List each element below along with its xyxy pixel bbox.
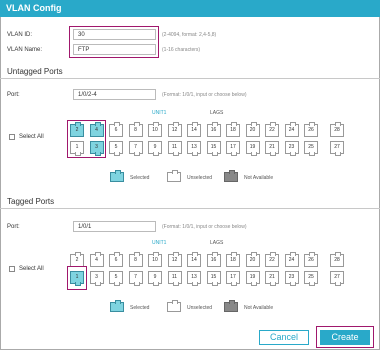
vlan-name-label: VLAN Name: bbox=[7, 47, 43, 53]
vlan-name-hint: (1-16 characters) bbox=[162, 47, 201, 53]
tagged-port-28[interactable]: 28 bbox=[330, 252, 344, 267]
tagged-port-15[interactable]: 15 bbox=[206, 271, 221, 286]
legend-not-available-label-2: Not Available bbox=[244, 305, 274, 311]
dialog-titlebar: VLAN Config bbox=[0, 0, 380, 17]
untagged-lags-label: LAGS bbox=[210, 110, 224, 116]
tagged-lags-label: LAGS bbox=[210, 240, 224, 246]
tagged-port-11[interactable]: 11 bbox=[167, 271, 182, 286]
create-button-highlight bbox=[316, 326, 374, 348]
tagged-port-27[interactable]: 27 bbox=[330, 271, 344, 286]
tagged-port-24[interactable]: 24 bbox=[284, 252, 299, 267]
untagged-port-6[interactable]: 6 bbox=[109, 122, 123, 137]
tagged-port-16[interactable]: 16 bbox=[206, 252, 221, 267]
untagged-port-23[interactable]: 23 bbox=[284, 141, 299, 156]
tagged-section-title: Tagged Ports bbox=[7, 197, 55, 206]
untagged-port-7[interactable]: 7 bbox=[128, 141, 143, 156]
legend-selected-label: Selected bbox=[130, 175, 150, 181]
tagged-port-4[interactable]: 4 bbox=[89, 252, 104, 267]
tagged-select-all-checkbox[interactable] bbox=[9, 266, 15, 272]
vlan-id-label: VLAN ID: bbox=[7, 32, 33, 38]
tagged-port-input[interactable]: 1/0/1 bbox=[73, 221, 156, 232]
tagged-unit-label: UNIT1 bbox=[152, 240, 167, 246]
untagged-port-24[interactable]: 24 bbox=[284, 122, 299, 137]
untagged-port-21[interactable]: 21 bbox=[265, 141, 279, 156]
dialog-title: VLAN Config bbox=[6, 3, 62, 13]
untagged-port-26[interactable]: 26 bbox=[304, 122, 318, 137]
tagged-port-25[interactable]: 25 bbox=[304, 271, 318, 286]
untagged-port-14[interactable]: 14 bbox=[187, 122, 201, 137]
tagged-port-19[interactable]: 19 bbox=[245, 271, 260, 286]
tagged-port-5[interactable]: 5 bbox=[109, 271, 123, 286]
legend-selected-label-2: Selected bbox=[130, 305, 150, 311]
untagged-port-15[interactable]: 15 bbox=[206, 141, 221, 156]
tagged-port-label: Port: bbox=[7, 224, 20, 230]
tagged-port-22[interactable]: 22 bbox=[265, 252, 279, 267]
untagged-port-label: Port: bbox=[7, 92, 20, 98]
tagged-divider bbox=[0, 208, 380, 209]
tagged-port-12[interactable]: 12 bbox=[167, 252, 182, 267]
untagged-port-13[interactable]: 13 bbox=[187, 141, 201, 156]
tagged-port-9[interactable]: 9 bbox=[148, 271, 162, 286]
tagged-port-7[interactable]: 7 bbox=[128, 271, 143, 286]
cancel-button[interactable]: Cancel bbox=[259, 330, 309, 345]
tagged-port-17[interactable]: 17 bbox=[226, 271, 240, 286]
untagged-divider bbox=[0, 78, 380, 79]
vlan-fields-highlight bbox=[69, 26, 159, 58]
untagged-port-19[interactable]: 19 bbox=[245, 141, 260, 156]
tagged-port-3[interactable]: 3 bbox=[89, 271, 104, 286]
legend-unselected-icon bbox=[167, 170, 181, 182]
untagged-port-hint: (Format: 1/0/1, input or choose below) bbox=[162, 92, 247, 98]
tagged-port-18[interactable]: 18 bbox=[226, 252, 240, 267]
untagged-select-all-checkbox[interactable] bbox=[9, 134, 15, 140]
untagged-port-22[interactable]: 22 bbox=[265, 122, 279, 137]
tagged-port-21[interactable]: 21 bbox=[265, 271, 279, 286]
tagged-port-14[interactable]: 14 bbox=[187, 252, 201, 267]
legend-selected-icon-2 bbox=[110, 300, 124, 312]
untagged-port-8[interactable]: 8 bbox=[128, 122, 143, 137]
tagged-port-20[interactable]: 20 bbox=[245, 252, 260, 267]
legend-not-available-label: Not Available bbox=[244, 175, 274, 181]
tagged-select-all-label: Select All bbox=[19, 266, 44, 272]
vlan-id-hint: (2-4094, format: 2,4-5,8) bbox=[162, 32, 217, 38]
untagged-ports-highlight bbox=[67, 120, 106, 158]
legend-not-available-icon-2 bbox=[224, 300, 238, 312]
legend-not-available-icon bbox=[224, 170, 238, 182]
untagged-port-25[interactable]: 25 bbox=[304, 141, 318, 156]
tagged-port-10[interactable]: 10 bbox=[148, 252, 162, 267]
legend-unselected-icon-2 bbox=[167, 300, 181, 312]
legend-unselected-label: Unselected bbox=[187, 175, 213, 181]
untagged-port-input[interactable]: 1/0/2-4 bbox=[73, 89, 156, 100]
untagged-port-18[interactable]: 18 bbox=[226, 122, 240, 137]
untagged-port-12[interactable]: 12 bbox=[167, 122, 182, 137]
untagged-port-16[interactable]: 16 bbox=[206, 122, 221, 137]
tagged-port-23[interactable]: 23 bbox=[284, 271, 299, 286]
untagged-select-all-label: Select All bbox=[19, 134, 44, 140]
untagged-port-11[interactable]: 11 bbox=[167, 141, 182, 156]
untagged-unit-label: UNIT1 bbox=[152, 110, 167, 116]
untagged-port-10[interactable]: 10 bbox=[148, 122, 162, 137]
legend-selected-icon bbox=[110, 170, 124, 182]
tagged-port-8[interactable]: 8 bbox=[128, 252, 143, 267]
tagged-port-hint: (Format: 1/0/1, input or choose below) bbox=[162, 224, 247, 230]
untagged-port-20[interactable]: 20 bbox=[245, 122, 260, 137]
untagged-port-5[interactable]: 5 bbox=[109, 141, 123, 156]
untagged-section-title: Untagged Ports bbox=[7, 67, 63, 76]
tagged-ports-highlight bbox=[67, 266, 87, 290]
tagged-port-6[interactable]: 6 bbox=[109, 252, 123, 267]
tagged-port-13[interactable]: 13 bbox=[187, 271, 201, 286]
untagged-port-9[interactable]: 9 bbox=[148, 141, 162, 156]
legend-unselected-label-2: Unselected bbox=[187, 305, 213, 311]
untagged-port-17[interactable]: 17 bbox=[226, 141, 240, 156]
untagged-port-27[interactable]: 27 bbox=[330, 141, 344, 156]
tagged-port-26[interactable]: 26 bbox=[304, 252, 318, 267]
untagged-port-28[interactable]: 28 bbox=[330, 122, 344, 137]
